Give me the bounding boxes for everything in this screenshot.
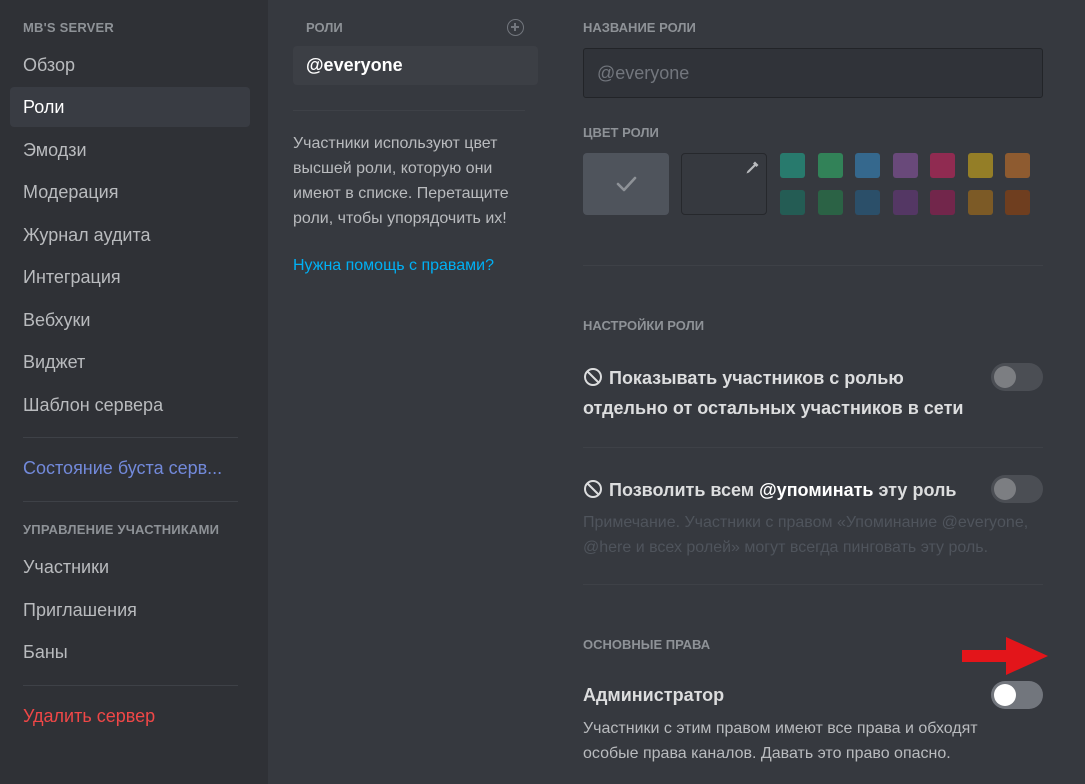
ban-icon xyxy=(584,480,602,498)
roles-divider xyxy=(293,110,525,111)
administrator-desc-line1: Участники с этим правом имеют все права … xyxy=(583,720,978,737)
sidebar-item-widget[interactable]: Виджет xyxy=(10,342,250,382)
color-swatch[interactable] xyxy=(930,190,955,215)
color-swatch[interactable] xyxy=(855,153,880,178)
color-swatch[interactable] xyxy=(967,190,993,215)
sidebar-divider xyxy=(23,437,238,438)
general-permissions-label: ОСНОВНЫЕ ПРАВА xyxy=(583,637,711,652)
sidebar-divider xyxy=(23,685,238,686)
add-circle-icon[interactable] xyxy=(507,19,524,36)
color-swatch[interactable] xyxy=(817,153,843,178)
mention-suffix: эту роль xyxy=(873,480,957,500)
color-swatch[interactable] xyxy=(855,190,880,215)
default-color-swatch[interactable] xyxy=(583,153,669,215)
settings-sidebar: MB'S SERVER Обзор Роли Эмодзи Модерация … xyxy=(0,0,268,784)
administrator-desc-line2: особые права каналов. Давать это право о… xyxy=(583,745,951,762)
red-arrow-icon xyxy=(962,637,1048,675)
role-list-item-everyone[interactable]: @everyone xyxy=(293,46,538,85)
color-swatch[interactable] xyxy=(817,190,843,215)
server-name-header: MB'S SERVER xyxy=(23,20,115,35)
sidebar-item-moderation[interactable]: Модерация xyxy=(10,172,250,212)
ban-icon xyxy=(584,368,602,386)
role-name-input[interactable] xyxy=(583,48,1043,98)
delete-server-button[interactable]: Удалить сервер xyxy=(10,696,250,736)
sidebar-item-audit-log[interactable]: Журнал аудита xyxy=(10,215,250,255)
mention-prefix: Позволить всем xyxy=(609,480,760,500)
hoist-setting-title: Показывать участников с ролью xyxy=(583,363,904,393)
hoist-setting-line1: Показывать участников с ролью xyxy=(609,368,904,388)
mention-bold: @упоминать xyxy=(759,480,874,500)
color-swatch[interactable] xyxy=(967,153,993,178)
members-section-header: УПРАВЛЕНИЕ УЧАСТНИКАМИ xyxy=(23,522,220,537)
color-swatch[interactable] xyxy=(1005,153,1030,178)
color-swatch[interactable] xyxy=(892,153,918,178)
permissions-help-link[interactable]: Нужна помощь с правами? xyxy=(293,257,494,275)
mention-toggle[interactable] xyxy=(991,475,1043,503)
color-swatch[interactable] xyxy=(780,190,805,215)
toggle-knob xyxy=(994,366,1016,388)
section-divider xyxy=(583,447,1043,448)
color-swatch[interactable] xyxy=(892,190,918,215)
toggle-knob xyxy=(994,478,1016,500)
sidebar-item-invites[interactable]: Приглашения xyxy=(10,590,250,630)
roles-header: РОЛИ xyxy=(306,20,343,35)
section-divider xyxy=(583,584,1043,585)
color-swatch[interactable] xyxy=(1005,190,1030,215)
sidebar-item-bans[interactable]: Баны xyxy=(10,632,250,672)
custom-color-picker[interactable] xyxy=(681,153,767,215)
administrator-toggle[interactable] xyxy=(991,681,1043,709)
sidebar-item-roles[interactable]: Роли xyxy=(10,87,250,127)
sidebar-item-boost-status[interactable]: Состояние буста серв... xyxy=(10,448,250,488)
role-color-label: ЦВЕТ РОЛИ xyxy=(583,125,659,140)
mention-note-line2: @here и всех ролей» могут всегда пингова… xyxy=(583,539,989,556)
sidebar-item-server-template[interactable]: Шаблон сервера xyxy=(10,385,250,425)
roles-description: Участники используют цвет высшей роли, к… xyxy=(293,135,509,227)
sidebar-item-emoji[interactable]: Эмодзи xyxy=(10,130,250,170)
mention-setting-title: Позволить всем @упоминать эту роль xyxy=(583,475,957,505)
color-swatch[interactable] xyxy=(930,153,955,178)
toggle-knob xyxy=(994,684,1016,706)
eyedropper-icon xyxy=(746,161,759,174)
administrator-title: Администратор xyxy=(583,685,725,705)
color-swatch[interactable] xyxy=(780,153,805,178)
hoist-toggle[interactable] xyxy=(991,363,1043,391)
sidebar-item-members[interactable]: Участники xyxy=(10,547,250,587)
hoist-setting-line2: отдельно от остальных участников в сети xyxy=(583,398,964,418)
role-name-label: НАЗВАНИЕ РОЛИ xyxy=(583,20,696,35)
role-settings-label: НАСТРОЙКИ РОЛИ xyxy=(583,318,705,333)
sidebar-item-integrations[interactable]: Интеграция xyxy=(10,257,250,297)
checkmark-icon xyxy=(616,176,637,192)
section-divider xyxy=(583,265,1043,266)
mention-note-line1: Примечание. Участники с правом «Упоминан… xyxy=(583,514,1029,531)
sidebar-item-webhooks[interactable]: Вебхуки xyxy=(10,300,250,340)
sidebar-divider xyxy=(23,501,238,502)
sidebar-item-overview[interactable]: Обзор xyxy=(10,45,250,85)
